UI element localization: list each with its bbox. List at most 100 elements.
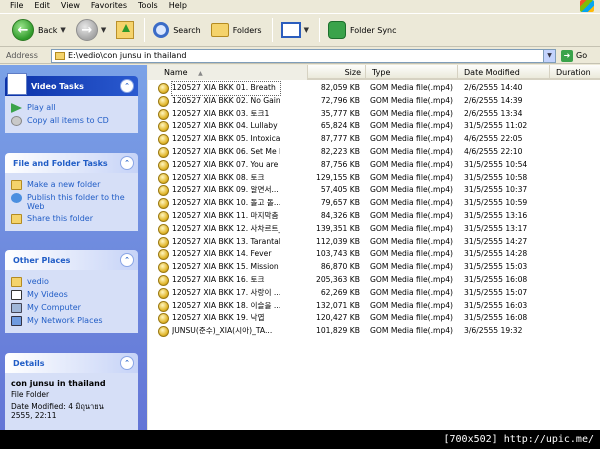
table-row[interactable]: 120527 XIA BKK 15. Mission 86,870 KB GOM M…: [148, 261, 600, 274]
table-row[interactable]: 120527 XIA BKK 12. 사차르트_ 139,351 KB GOM Me…: [148, 223, 600, 236]
file-date-modified: 31/5/2555 14:27: [464, 236, 528, 246]
place-my-videos-link[interactable]: My Videos: [11, 290, 132, 300]
details-title: Details: [13, 358, 45, 368]
table-row[interactable]: 120527 XIA BKK 19. 낙엽 120,427 KB GOM Media…: [148, 312, 600, 325]
publish-folder-label: Publish this folder to the Web: [27, 193, 125, 211]
details-panel: Details ⌃ con junsu in thailand File Fol…: [5, 353, 138, 430]
up-button[interactable]: [112, 16, 138, 44]
table-row[interactable]: JUNSU(준수)_XIA(시아)_TA... 101,829 KB GOM Med…: [148, 325, 600, 338]
file-type: GOM Media file(.mp4): [370, 108, 454, 118]
table-row[interactable]: 120527 XIA BKK 13. Tarantall... 112,039 K…: [148, 236, 600, 249]
table-row[interactable]: 120527 XIA BKK 01. Breath 82,059 KB GOM Me…: [148, 81, 600, 96]
file-type: GOM Media file(.mp4): [370, 300, 454, 310]
go-button[interactable]: ➜ Go: [561, 49, 587, 62]
file-folder-tasks-title: File and Folder Tasks: [13, 158, 108, 168]
address-dropdown-icon[interactable]: ▼: [543, 49, 555, 62]
gom-media-file-icon: [158, 159, 169, 171]
column-header-duration[interactable]: Duration: [550, 65, 600, 80]
table-row[interactable]: 120527 XIA BKK 07. You are s... 87,756 KB…: [148, 159, 600, 172]
menu-edit[interactable]: Edit: [34, 0, 50, 12]
menu-file[interactable]: File: [10, 0, 23, 12]
collapse-chevron-icon[interactable]: ⌃: [120, 253, 134, 267]
column-header-name[interactable]: Name ▲: [148, 65, 308, 80]
menu-view[interactable]: View: [61, 0, 80, 12]
folder-sync-button[interactable]: Folder Sync: [324, 16, 401, 44]
collapse-chevron-icon[interactable]: ⌃: [120, 356, 134, 370]
folders-icon: [210, 23, 229, 37]
collapse-chevron-icon[interactable]: ⌃: [120, 156, 134, 170]
forward-button[interactable]: → ▼: [72, 16, 110, 44]
table-row[interactable]: 120527 XIA BKK 16. 토크 205,363 KB GOM Media…: [148, 274, 600, 287]
file-size: 132,071 KB: [315, 300, 360, 310]
copy-to-cd-link[interactable]: Copy all items to CD: [11, 116, 132, 126]
folders-button[interactable]: Folders: [207, 16, 266, 44]
column-header-type[interactable]: Type: [366, 65, 458, 80]
views-button[interactable]: ▼: [277, 16, 313, 44]
menu-bar: File Edit View Favorites Tools Help: [0, 0, 600, 12]
folders-label: Folders: [232, 25, 262, 35]
back-button[interactable]: ← Back ▼: [8, 16, 70, 44]
video-tasks-header[interactable]: Video Tasks ⌃: [5, 73, 138, 96]
publish-folder-link[interactable]: Publish this folder to the Web: [11, 193, 132, 211]
table-row[interactable]: 120527 XIA BKK 11. 마지막춤 84,326 KB GOM Medi…: [148, 210, 600, 223]
other-places-panel: Other Places ⌃ vedio My Videos My Comput…: [5, 250, 138, 333]
search-button[interactable]: Search: [149, 16, 204, 44]
file-folder-tasks-header[interactable]: File and Folder Tasks ⌃: [5, 153, 138, 173]
table-row[interactable]: 120527 XIA BKK 18. 이슬을 ... 132,071 KB GOM …: [148, 300, 600, 313]
table-row[interactable]: 120527 XIA BKK 04. Lullaby 65,824 KB GOM M…: [148, 120, 600, 133]
place-network-link[interactable]: My Network Places: [11, 316, 132, 326]
share-folder-link[interactable]: Share this folder: [11, 214, 132, 224]
back-dropdown-icon[interactable]: ▼: [60, 26, 65, 34]
video-folder-icon: [7, 73, 27, 95]
make-new-folder-link[interactable]: Make a new folder: [11, 180, 132, 190]
gom-media-file-icon: [158, 198, 169, 210]
my-videos-icon: [11, 290, 22, 300]
table-row[interactable]: 120527 XIA BKK 08. 토크 129,155 KB GOM Media…: [148, 172, 600, 185]
table-row[interactable]: 120527 XIA BKK 14. Fever 103,743 KB GOM Me…: [148, 248, 600, 261]
file-type: GOM Media file(.mp4): [370, 236, 454, 246]
address-input[interactable]: E:\vedio\con junsu in thailand ▼: [51, 48, 556, 63]
place-my-computer-link[interactable]: My Computer: [11, 303, 132, 313]
file-date-modified: 4/6/2555 22:10: [464, 147, 523, 156]
file-date-modified: 31/5/2555 15:07: [464, 287, 528, 297]
file-date-modified: 31/5/2555 16:03: [464, 300, 528, 310]
share-folder-icon: [11, 214, 22, 224]
file-list-view: Name ▲ Size Type Date Modified Duration …: [148, 65, 600, 430]
make-new-folder-label: Make a new folder: [27, 180, 101, 189]
place-vedio-link[interactable]: vedio: [11, 277, 132, 287]
column-date-label: Date Modified: [464, 68, 520, 77]
table-row[interactable]: 120527 XIA BKK 05. Intoxication 87,777 KB…: [148, 133, 600, 146]
file-size: 82,059 KB: [320, 83, 360, 92]
play-all-link[interactable]: Play all: [11, 103, 132, 113]
table-row[interactable]: 120527 XIA BKK 06. Set Me F... 82,223 KB G…: [148, 146, 600, 159]
cd-icon: [11, 116, 22, 126]
toolbar-separator: [318, 18, 320, 42]
views-dropdown-icon[interactable]: ▼: [304, 26, 309, 34]
forward-dropdown-icon[interactable]: ▼: [101, 26, 106, 34]
gom-media-file-icon: [158, 249, 169, 261]
table-row[interactable]: 120527 XIA BKK 09. 알면서... 57,405 KB GOM Me…: [148, 184, 600, 197]
file-name: 120527 XIA BKK 16. 토크: [172, 275, 265, 284]
file-name: 120527 XIA BKK 06. Set Me F...: [172, 147, 280, 156]
column-header-date[interactable]: Date Modified: [458, 65, 550, 80]
table-row[interactable]: 120527 XIA BKK 17. 사랑이 ... 62,269 KB GOM M…: [148, 287, 600, 300]
table-row[interactable]: 120527 XIA BKK 02. No Gain 72,796 KB GOM M…: [148, 95, 600, 108]
file-name: 120527 XIA BKK 18. 이슬을 ...: [172, 300, 280, 310]
menu-tools[interactable]: Tools: [138, 0, 158, 12]
details-header[interactable]: Details ⌃: [5, 353, 138, 373]
place-vedio-label: vedio: [27, 277, 49, 286]
table-row[interactable]: 120527 XIA BKK 03. 토크1 35,777 KB GOM Media…: [148, 108, 600, 121]
menu-help[interactable]: Help: [169, 0, 187, 12]
file-type: GOM Media file(.mp4): [370, 172, 454, 182]
details-body: con junsu in thailand File Folder Date M…: [5, 373, 138, 430]
menu-favorites[interactable]: Favorites: [91, 0, 127, 12]
table-row[interactable]: 120527 XIA BKK 10. 돌고 돌... 79,657 KB GOM M…: [148, 197, 600, 210]
gom-media-file-icon: [158, 95, 169, 107]
file-type: GOM Media file(.mp4): [370, 83, 454, 92]
column-header-size[interactable]: Size: [308, 65, 366, 80]
computer-icon: [11, 303, 22, 313]
file-name: 120527 XIA BKK 05. Intoxication: [172, 134, 280, 144]
other-places-header[interactable]: Other Places ⌃: [5, 250, 138, 270]
collapse-chevron-icon[interactable]: ⌃: [120, 79, 134, 93]
details-name: con junsu in thailand: [11, 379, 106, 388]
